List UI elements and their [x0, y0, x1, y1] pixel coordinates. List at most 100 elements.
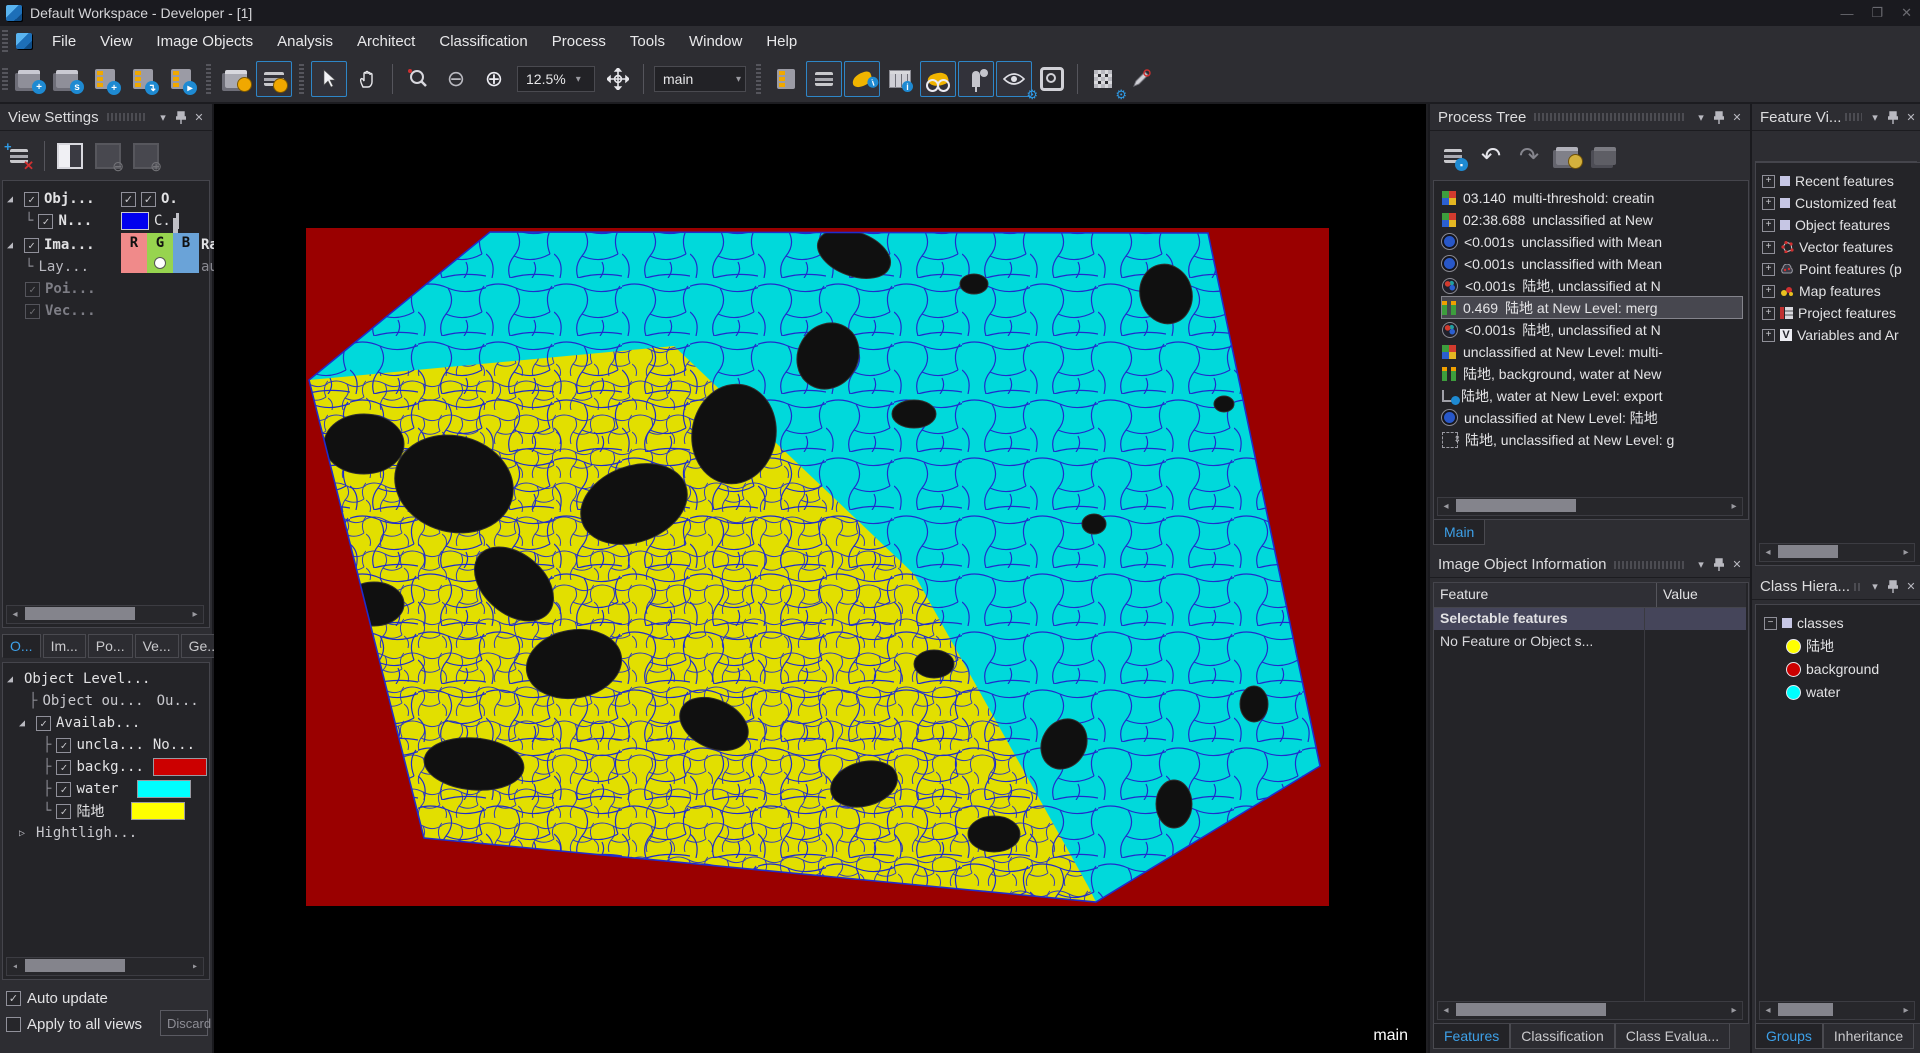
panel-close-button[interactable]: ✕ [1902, 108, 1920, 126]
tree-row-background[interactable]: ├ ✓ backg... [43, 757, 207, 777]
checkbox[interactable] [6, 1017, 21, 1032]
panel-drag-dots[interactable] [1845, 113, 1862, 121]
discard-button[interactable]: Discard [160, 1010, 211, 1036]
scroll-left-arrow[interactable]: ◂ [1438, 1005, 1454, 1016]
table-group-row[interactable]: Selectable features [1434, 608, 1746, 630]
panel-close-button[interactable]: ✕ [1902, 578, 1920, 596]
maximize-button[interactable]: ❐ [1871, 5, 1883, 21]
scrollbar-thumb[interactable] [1778, 1003, 1833, 1016]
tree-row-outline[interactable]: ├ Object ou... Ou... [29, 691, 199, 711]
slider-icon[interactable] [175, 213, 179, 229]
modify-project-button[interactable]: ↴ [125, 61, 161, 97]
pan-hand-button[interactable] [349, 61, 385, 97]
expand-icon[interactable]: ◢ [19, 718, 31, 729]
menu-classification[interactable]: Classification [427, 29, 539, 54]
tab-object-levels[interactable]: O... [2, 634, 41, 658]
compare-view-button[interactable] [958, 61, 994, 97]
scroll-right-arrow[interactable]: ▸ [187, 961, 203, 972]
layer1-blue-cell[interactable] [173, 253, 199, 273]
horizontal-scrollbar[interactable]: ◂ ▸ [1759, 1001, 1915, 1020]
menu-help[interactable]: Help [754, 29, 809, 54]
class-row-land[interactable]: 陆地 [1786, 636, 1834, 656]
menu-window[interactable]: Window [677, 29, 754, 54]
show-classification-button[interactable]: ⚙ [996, 61, 1038, 102]
feature-group-vector[interactable]: + Vector features [1762, 237, 1893, 257]
menu-analysis[interactable]: Analysis [265, 29, 345, 54]
checkbox[interactable]: ✓ [24, 237, 39, 253]
feature-group-object[interactable]: + Object features [1762, 215, 1890, 235]
tab-class-evaluation[interactable]: Class Evalua... [1614, 1024, 1731, 1049]
view-selector-combo[interactable]: main ▾ [654, 66, 746, 92]
feature-group-recent[interactable]: + Recent features [1762, 171, 1894, 191]
checkbox[interactable]: ✓ [56, 759, 72, 775]
process-row[interactable]: <0.001s unclassified with Mean [1442, 231, 1662, 252]
scroll-left-arrow[interactable]: ◂ [7, 609, 23, 620]
pixel-view-button[interactable]: i [882, 61, 918, 97]
checkbox[interactable]: ✓ [36, 715, 51, 731]
scrollbar-thumb[interactable] [25, 607, 135, 620]
tree-row-layer[interactable]: └ Lay... [25, 257, 89, 277]
apply-all-views-option[interactable]: Apply to all views [6, 1016, 142, 1033]
horizontal-scrollbar[interactable]: ◂ ▸ [1437, 1001, 1743, 1020]
zoom-level-combo[interactable]: 12.5% ▾ [517, 66, 595, 92]
checkbox[interactable]: ✓ [56, 737, 72, 753]
tree-row-root[interactable]: ◢ Object Level... [7, 669, 150, 689]
tab-vector-layers[interactable]: Ve... [134, 634, 179, 658]
auto-update-option[interactable]: ✓ Auto update [6, 990, 108, 1007]
snapshot-button[interactable] [1034, 61, 1070, 97]
panel-pin-button[interactable] [1710, 556, 1728, 574]
tree-row-land[interactable]: └ ✓ 陆地 [43, 801, 186, 821]
panel-pin-button[interactable] [1884, 578, 1902, 596]
map-viewport[interactable]: main [214, 104, 1426, 1053]
minimize-button[interactable]: — [1840, 6, 1853, 21]
process-snippets-button[interactable]: ▪ [1435, 138, 1471, 174]
checkbox[interactable]: ✓ [6, 991, 21, 1006]
checkbox[interactable]: ✓ [25, 281, 40, 297]
scroll-right-arrow[interactable]: ▸ [1898, 547, 1914, 558]
panel-menu-button[interactable]: ▾ [1866, 108, 1884, 126]
close-button[interactable]: ✕ [1901, 5, 1912, 21]
expand-plus-icon[interactable]: + [1762, 284, 1775, 298]
open-project-button[interactable]: ▸ [163, 61, 199, 97]
transparency-button[interactable] [920, 61, 956, 97]
zoom-select-button[interactable] [400, 61, 436, 97]
tree-row-unclassified[interactable]: ├ ✓ uncla... No... [43, 735, 195, 755]
process-row[interactable]: 陆地, unclassified at New Level: g [1442, 429, 1674, 450]
tab-image-layers[interactable]: Im... [42, 634, 86, 658]
tab-features[interactable]: Features [1433, 1024, 1511, 1049]
process-row[interactable]: 03.140 multi-threshold: creatin [1442, 187, 1654, 208]
scroll-right-arrow[interactable]: ▸ [1898, 1005, 1914, 1016]
scroll-left-arrow[interactable]: ◂ [1438, 501, 1454, 512]
drag-grip[interactable] [2, 30, 8, 52]
process-row[interactable]: unclassified at New Level: 陆地 [1442, 407, 1658, 428]
class-row-water[interactable]: water [1786, 682, 1840, 702]
feature-group-map[interactable]: + Map features [1762, 281, 1881, 301]
scroll-left-arrow[interactable]: ◂ [1760, 1005, 1776, 1016]
drag-grip[interactable] [2, 68, 8, 90]
panel-close-button[interactable]: ✕ [190, 108, 208, 126]
scrollbar-thumb[interactable] [25, 959, 125, 972]
scrollbar-thumb[interactable] [1456, 1003, 1606, 1016]
save-workspace-button[interactable]: s [49, 61, 85, 97]
expand-icon[interactable]: ◢ [7, 240, 19, 251]
checkbox[interactable]: ✓ [24, 191, 39, 207]
tab-groups[interactable]: Groups [1755, 1024, 1823, 1049]
horizontal-scrollbar[interactable]: ◂ ▸ [6, 605, 204, 624]
undo-button[interactable]: ↶ [1473, 138, 1509, 174]
process-row[interactable]: 02:38.688 unclassified at New [1442, 209, 1653, 230]
green-channel-cell[interactable]: G [147, 233, 173, 253]
tab-inheritance[interactable]: Inheritance [1822, 1024, 1915, 1049]
expand-plus-icon[interactable]: + [1762, 174, 1775, 188]
collapsed-icon[interactable]: ▷ [19, 828, 31, 839]
process-row[interactable]: unclassified at New Level: multi- [1442, 341, 1663, 362]
process-row[interactable]: 陆地, background, water at New [1442, 363, 1661, 384]
tree-row-vectors[interactable]: ✓ Vec... [25, 301, 96, 321]
tree-row-image-data[interactable]: ◢ ✓ Ima... [7, 235, 95, 255]
tab-main[interactable]: Main [1433, 520, 1486, 545]
select-cursor-button[interactable] [311, 61, 347, 97]
expand-icon[interactable]: ◢ [7, 194, 19, 205]
column-header-feature[interactable]: Feature [1434, 583, 1657, 607]
tab-classification[interactable]: Classification [1510, 1024, 1615, 1049]
process-row-selected[interactable]: 0.469 陆地 at New Level: merg [1441, 296, 1743, 319]
expand-plus-icon[interactable]: + [1762, 240, 1775, 254]
